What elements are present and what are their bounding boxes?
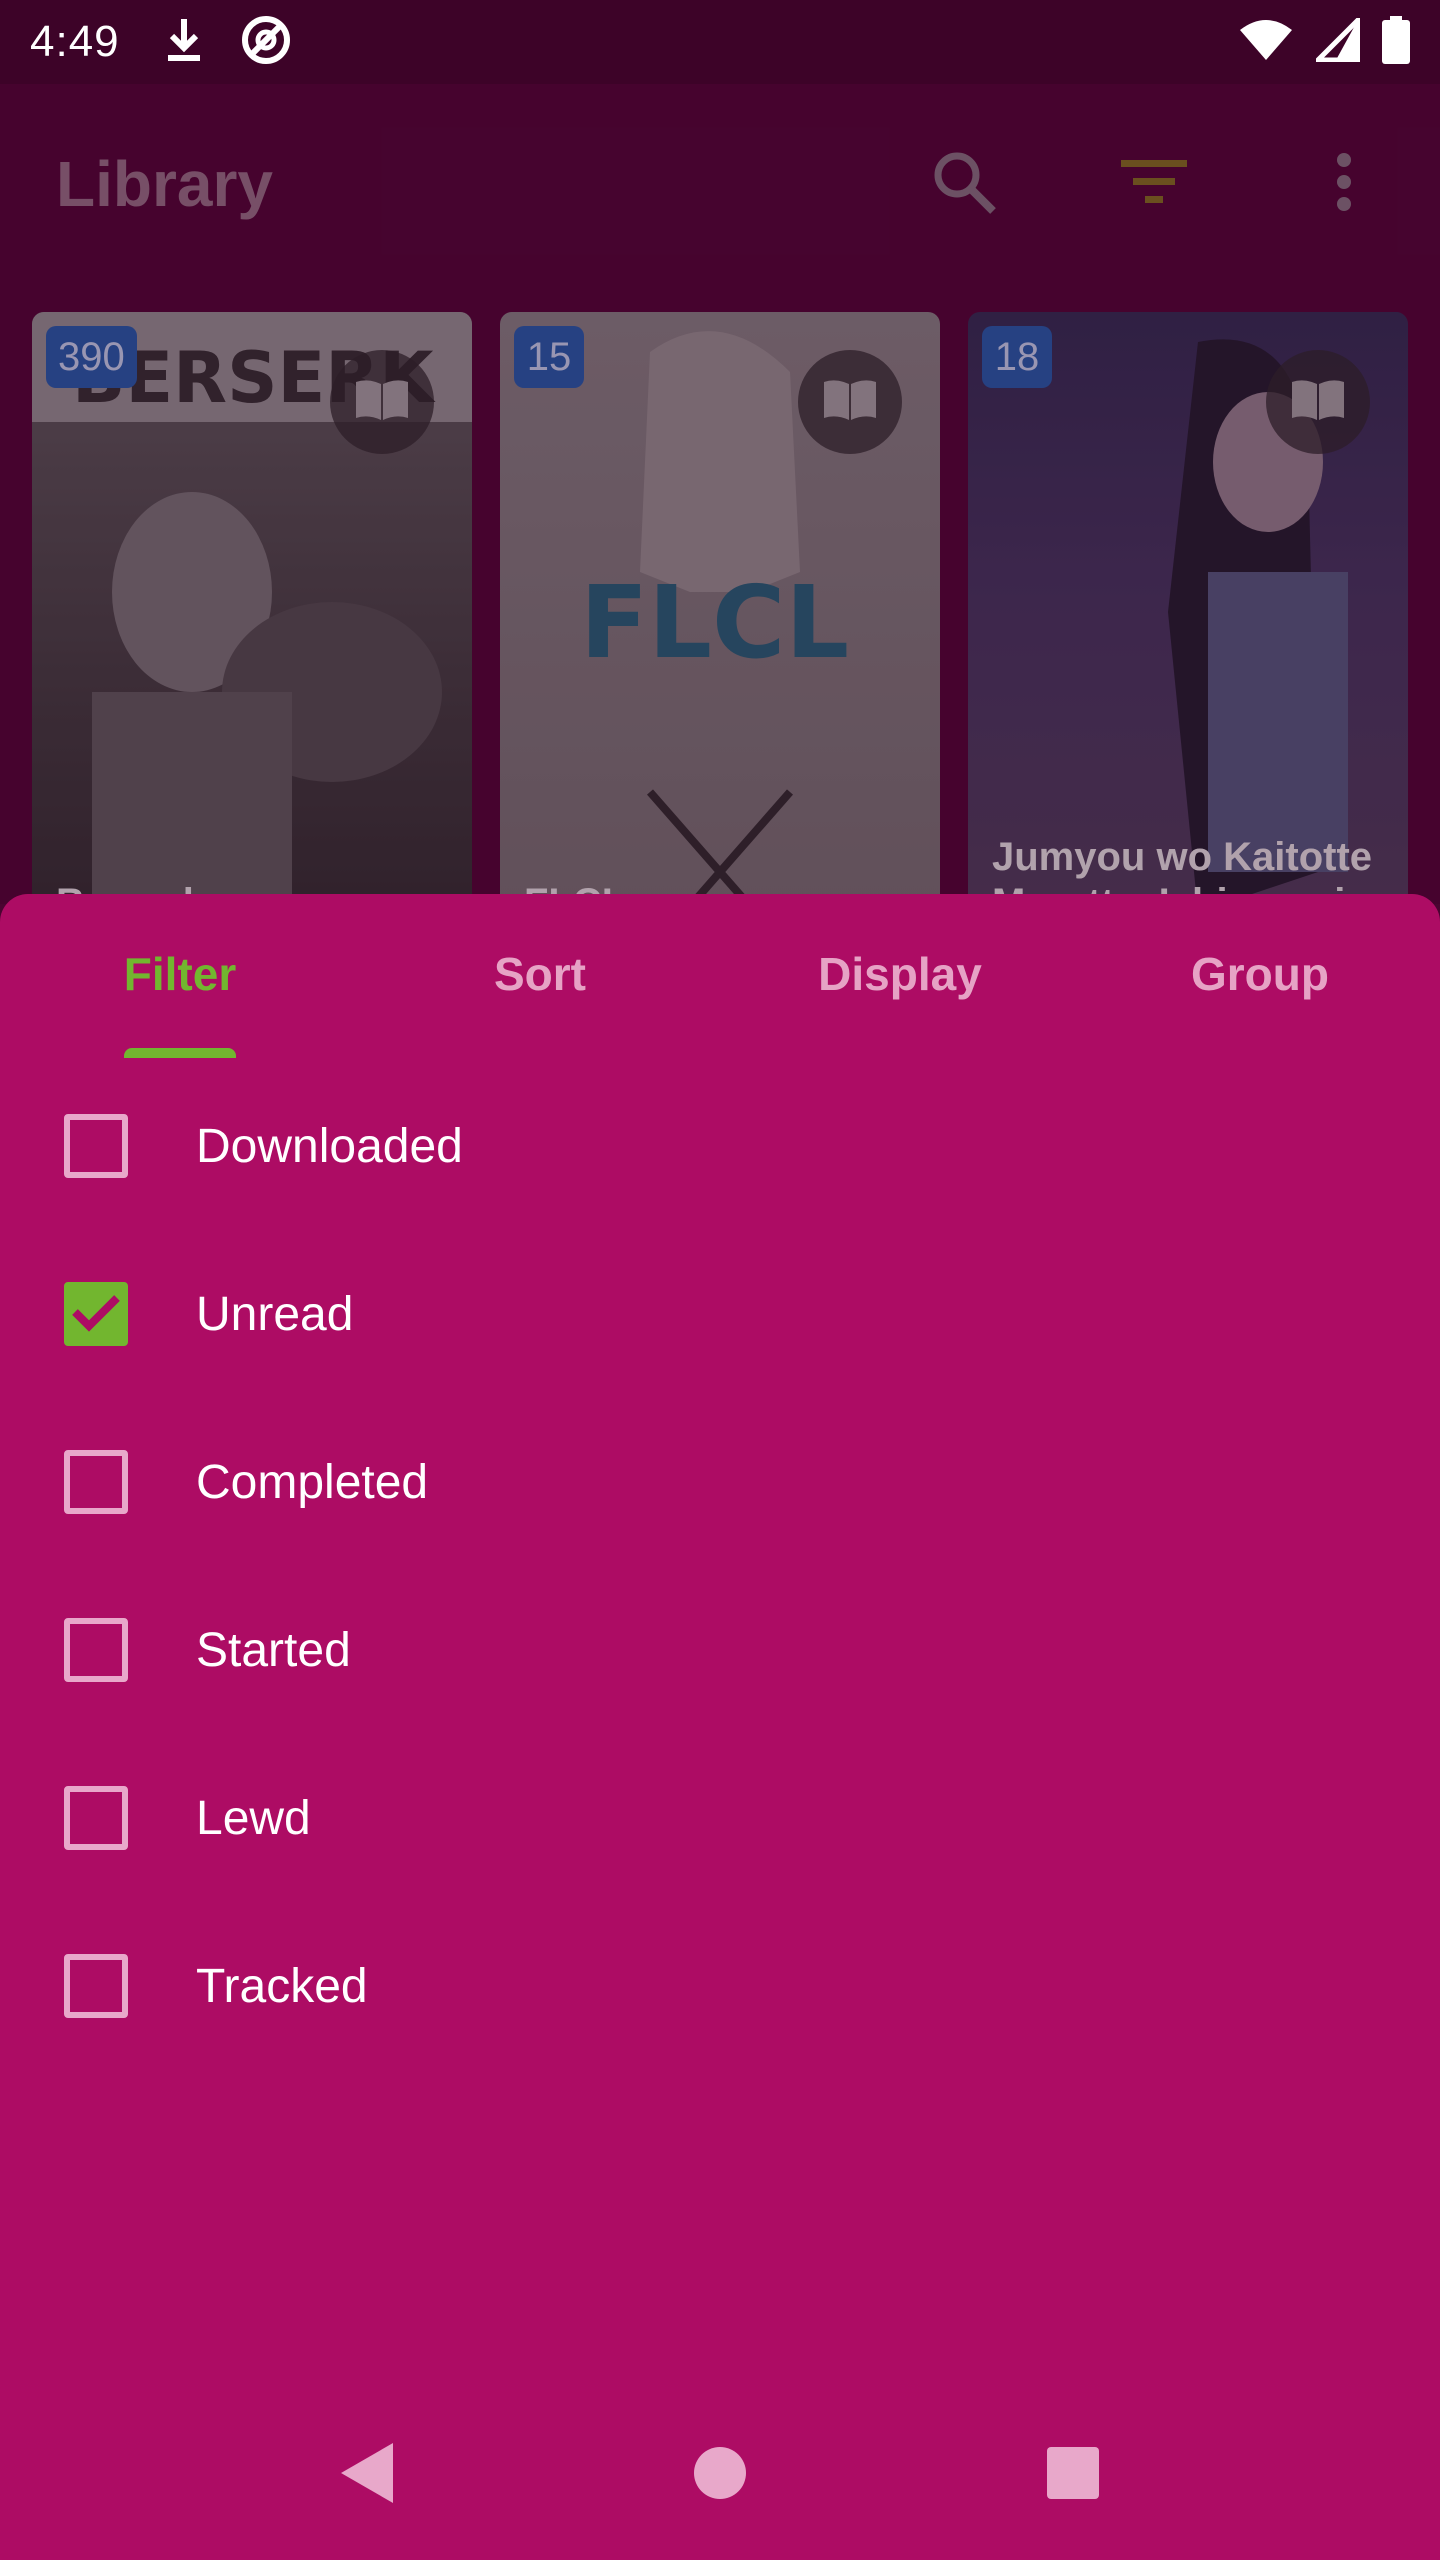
tab-group[interactable]: Group: [1080, 894, 1440, 1062]
filter-label: Lewd: [196, 1791, 311, 1845]
recents-icon: [1045, 2445, 1101, 2506]
filter-label: Tracked: [196, 1959, 368, 2013]
status-time: 4:49: [30, 17, 120, 66]
scrim[interactable]: [0, 84, 1440, 904]
checkbox[interactable]: [64, 1786, 128, 1850]
sync-icon: [240, 14, 292, 71]
home-button[interactable]: [670, 2425, 770, 2525]
filter-label: Unread: [196, 1287, 354, 1341]
filter-label: Downloaded: [196, 1119, 463, 1173]
wifi-icon: [1238, 18, 1294, 67]
tab-label: Display: [818, 948, 982, 1000]
filter-label: Started: [196, 1623, 351, 1677]
tab-label: Group: [1191, 948, 1329, 1000]
tab-label: Sort: [494, 948, 586, 1000]
filter-completed[interactable]: Completed: [0, 1398, 1440, 1566]
filter-tracked[interactable]: Tracked: [0, 1902, 1440, 2070]
checkbox[interactable]: [64, 1618, 128, 1682]
signal-icon: [1311, 13, 1361, 67]
filter-unread[interactable]: Unread: [0, 1230, 1440, 1398]
check-icon: [71, 1292, 121, 1337]
tab-indicator: [124, 1048, 236, 1058]
checkbox[interactable]: [64, 1954, 128, 2018]
back-button[interactable]: [317, 2425, 417, 2525]
system-nav-bar: [0, 2390, 1440, 2560]
checkbox[interactable]: [64, 1282, 128, 1346]
battery-icon: [1382, 15, 1410, 69]
tab-filter[interactable]: Filter: [0, 894, 360, 1062]
back-icon: [337, 2441, 397, 2510]
tab-display[interactable]: Display: [720, 894, 1080, 1062]
filter-options: Downloaded Unread Completed Started Lewd…: [0, 1062, 1440, 2070]
filter-label: Completed: [196, 1455, 429, 1509]
checkbox[interactable]: [64, 1114, 128, 1178]
home-icon: [692, 2445, 748, 2506]
recents-button[interactable]: [1023, 2425, 1123, 2525]
filter-bottom-sheet: Filter Sort Display Group Downloaded Unr…: [0, 894, 1440, 2560]
filter-downloaded[interactable]: Downloaded: [0, 1062, 1440, 1230]
tab-label: Filter: [123, 948, 237, 1000]
tab-sort[interactable]: Sort: [360, 894, 720, 1062]
status-bar: 4:49: [0, 0, 1440, 84]
checkbox[interactable]: [64, 1450, 128, 1514]
filter-started[interactable]: Started: [0, 1566, 1440, 1734]
sheet-tabs: Filter Sort Display Group: [0, 894, 1440, 1062]
filter-lewd[interactable]: Lewd: [0, 1734, 1440, 1902]
download-icon: [164, 17, 204, 68]
